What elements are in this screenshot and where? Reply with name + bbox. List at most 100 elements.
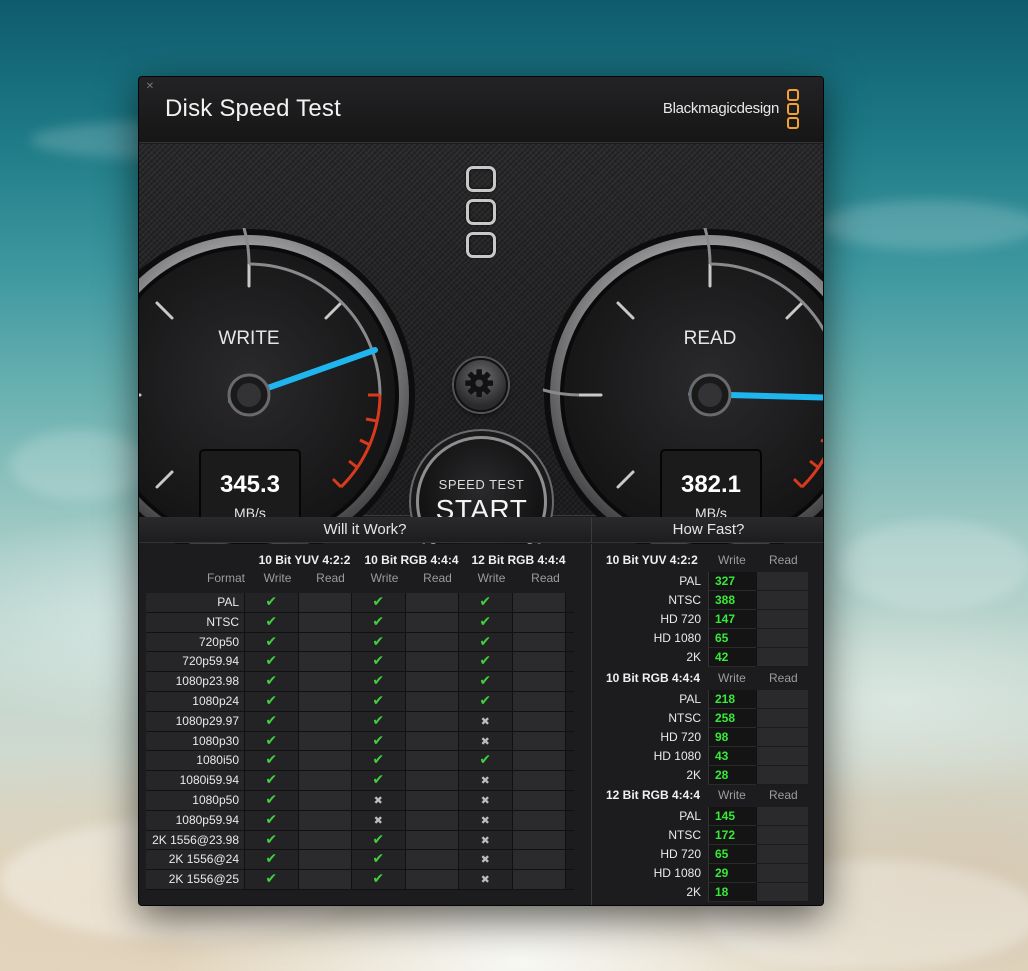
read-cell bbox=[756, 826, 808, 845]
table-row: 1080p24 ✔ ✔ ✔ bbox=[146, 691, 574, 712]
checkmark-icon: ✔ bbox=[245, 830, 299, 850]
close-icon[interactable]: ✕ bbox=[145, 82, 155, 92]
status-slot-icon bbox=[466, 199, 496, 225]
format-label: 2K bbox=[686, 768, 701, 782]
read-cell bbox=[298, 771, 352, 790]
write-column-header: Write bbox=[263, 571, 292, 585]
read-cell bbox=[512, 632, 566, 652]
format-label: 1080p59.94 bbox=[146, 810, 245, 830]
read-cell bbox=[298, 711, 352, 731]
group-header: 10 Bit RGB 4:4:4 bbox=[364, 553, 459, 567]
read-cell bbox=[298, 790, 352, 810]
table-row: HD 720 65 bbox=[592, 845, 823, 864]
write-column-header: Write bbox=[718, 553, 746, 567]
checkmark-icon: ✔ bbox=[459, 751, 513, 771]
write-column-header: Write bbox=[718, 788, 746, 802]
write-fps-value: 65 bbox=[708, 629, 756, 648]
table-row: 2K 1556@24 ✔ ✔ ✖ bbox=[146, 850, 574, 871]
read-cell bbox=[756, 883, 808, 902]
read-cell bbox=[298, 632, 352, 652]
checkmark-icon: ✔ bbox=[245, 810, 299, 830]
read-cell bbox=[298, 870, 352, 889]
read-cell bbox=[405, 810, 459, 830]
checkmark-icon: ✔ bbox=[245, 711, 299, 731]
table-row: 720p59.94 ✔ ✔ ✔ bbox=[146, 652, 574, 673]
table-row: 2K 42 bbox=[592, 648, 823, 667]
checkmark-icon: ✔ bbox=[459, 691, 513, 711]
format-label: 2K 1556@25 bbox=[146, 870, 245, 889]
table-row: 720p50 ✔ ✔ ✔ bbox=[146, 632, 574, 653]
checkmark-icon: ✔ bbox=[352, 771, 406, 790]
write-speed-value: 345.3 bbox=[220, 471, 280, 498]
how-fast-rows: PAL 145 NTSC 172 HD 720 65 HD 1080 29 2K 18 bbox=[592, 807, 823, 902]
table-row: 2K 1556@23.98 ✔ ✔ ✖ bbox=[146, 830, 574, 851]
group-header: 12 Bit RGB 4:4:4 bbox=[606, 788, 701, 802]
read-column-header: Read bbox=[531, 571, 560, 585]
checkmark-icon: ✔ bbox=[352, 711, 406, 731]
checkmark-icon: ✔ bbox=[245, 850, 299, 870]
read-cell bbox=[756, 709, 808, 728]
table-row: HD 720 147 bbox=[592, 610, 823, 629]
write-fps-value: 327 bbox=[708, 572, 756, 591]
read-cell bbox=[756, 629, 808, 648]
checkmark-icon: ✔ bbox=[352, 612, 406, 632]
table-row: NTSC 258 bbox=[592, 709, 823, 728]
start-button-caption: SPEED TEST bbox=[438, 477, 525, 492]
read-speed-value: 382.1 bbox=[681, 471, 741, 498]
write-fps-value: 98 bbox=[708, 728, 756, 747]
table-row: 1080i59.94 ✔ ✔ ✖ bbox=[146, 771, 574, 791]
read-cell bbox=[405, 771, 459, 790]
read-cell bbox=[298, 751, 352, 771]
group-header: 10 Bit YUV 4:2:2 bbox=[606, 553, 698, 567]
read-cell bbox=[405, 830, 459, 850]
read-cell bbox=[405, 632, 459, 652]
cross-icon: ✖ bbox=[459, 870, 513, 889]
read-cell bbox=[405, 652, 459, 672]
cross-icon: ✖ bbox=[459, 830, 513, 850]
read-cell bbox=[405, 593, 459, 612]
checkmark-icon: ✔ bbox=[352, 593, 406, 612]
table-row: 1080p59.94 ✔ ✖ ✖ bbox=[146, 810, 574, 831]
format-label: 720p50 bbox=[146, 632, 245, 652]
format-label: 1080p24 bbox=[146, 691, 245, 711]
checkmark-icon: ✔ bbox=[245, 593, 299, 612]
read-cell bbox=[298, 850, 352, 870]
format-label: NTSC bbox=[668, 828, 701, 842]
write-fps-value: 145 bbox=[708, 807, 756, 826]
read-cell bbox=[298, 810, 352, 830]
read-cell bbox=[405, 731, 459, 751]
read-cell bbox=[756, 690, 808, 709]
cross-icon: ✖ bbox=[459, 731, 513, 751]
read-cell bbox=[756, 572, 808, 591]
checkmark-icon: ✔ bbox=[459, 632, 513, 652]
checkmark-icon: ✔ bbox=[245, 612, 299, 632]
read-cell bbox=[512, 870, 566, 889]
cross-icon: ✖ bbox=[459, 850, 513, 870]
format-label: HD 1080 bbox=[653, 631, 701, 645]
table-row: PAL 145 bbox=[592, 807, 823, 826]
format-label: HD 720 bbox=[660, 847, 701, 861]
checkmark-icon: ✔ bbox=[459, 672, 513, 691]
how-fast-rows: PAL 327 NTSC 388 HD 720 147 HD 1080 65 2K 42 bbox=[592, 572, 823, 667]
read-cell bbox=[298, 691, 352, 711]
read-cell bbox=[298, 731, 352, 751]
format-label: NTSC bbox=[146, 612, 245, 632]
read-cell bbox=[512, 612, 566, 632]
write-fps-value: 65 bbox=[708, 845, 756, 864]
format-label: HD 1080 bbox=[653, 866, 701, 880]
checkmark-icon: ✔ bbox=[459, 652, 513, 672]
table-row: 1080p50 ✔ ✖ ✖ bbox=[146, 790, 574, 811]
background-wave bbox=[820, 200, 1028, 250]
read-cell bbox=[512, 652, 566, 672]
table-row: PAL ✔ ✔ ✔ bbox=[146, 593, 574, 613]
table-row: HD 1080 65 bbox=[592, 629, 823, 648]
read-cell bbox=[405, 751, 459, 771]
cross-icon: ✖ bbox=[459, 810, 513, 830]
checkmark-icon: ✔ bbox=[352, 632, 406, 652]
settings-button[interactable] bbox=[454, 358, 508, 412]
format-label: PAL bbox=[146, 593, 245, 612]
read-cell bbox=[512, 691, 566, 711]
format-label: 720p59.94 bbox=[146, 652, 245, 672]
read-cell bbox=[756, 845, 808, 864]
write-fps-value: 388 bbox=[708, 591, 756, 610]
